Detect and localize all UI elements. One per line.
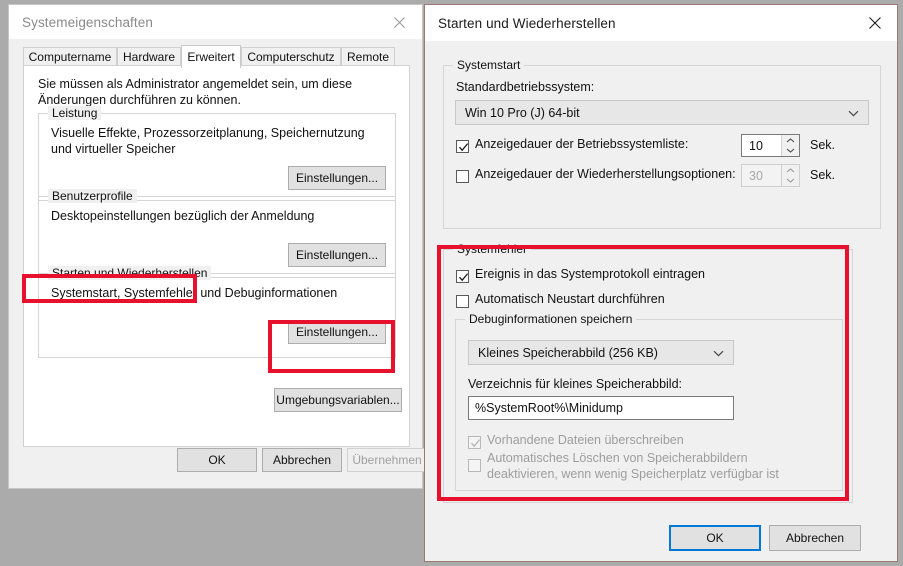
timeout-recovery-value: 30 <box>749 168 763 183</box>
check-icon <box>458 140 469 152</box>
tabpage-erweitert: Sie müssen als Administrator angemeldet … <box>23 65 410 447</box>
annotation-starten-settings-button <box>268 320 395 373</box>
admin-notice: Sie müssen als Administrator angemeldet … <box>38 77 353 107</box>
leistung-settings-button[interactable]: Einstellungen... <box>288 166 386 190</box>
system-properties-window: Systemeigenschaften Computername Hardwar… <box>8 4 427 489</box>
spinner-up-icon <box>782 135 799 146</box>
timeout-oslist-checkbox[interactable] <box>456 140 469 153</box>
timeout-oslist-label: Anzeigedauer der Betriebssystemliste: <box>475 137 689 151</box>
timeout-oslist-value: 10 <box>749 138 763 153</box>
right-titlebar: Starten und Wiederherstellen <box>425 5 897 41</box>
right-cancel-button[interactable]: Abbrechen <box>769 525 861 551</box>
group-benutzerprofile-legend: Benutzerprofile <box>48 189 137 203</box>
spinner-down-icon <box>782 146 799 157</box>
annotation-systemfehler-group <box>437 245 849 501</box>
spinner-buttons <box>781 165 799 186</box>
spinner-up-icon <box>782 165 799 176</box>
group-leistung-description: Visuelle Effekte, Prozessorzeitplanung, … <box>51 126 365 156</box>
left-cancel-button[interactable]: Abbrechen <box>262 448 342 472</box>
group-benutzerprofile-description: Desktopeinstellungen bezüglich der Anmel… <box>51 209 315 223</box>
annotation-starten-label <box>22 274 197 303</box>
default-os-label: Standardbetriebssystem: <box>456 80 595 94</box>
spinner-buttons[interactable] <box>781 135 799 156</box>
timeout-recovery-label: Anzeigedauer der Wiederherstellungsoptio… <box>475 167 736 181</box>
tab-computerschutz[interactable]: Computerschutz <box>241 47 341 66</box>
left-titlebar: Systemeigenschaften <box>9 5 422 39</box>
tab-hardware[interactable]: Hardware <box>117 47 181 66</box>
right-window-title: Starten und Wiederherstellen <box>438 15 616 31</box>
group-leistung-legend: Leistung <box>48 106 102 120</box>
default-os-value: Win 10 Pro (J) 64-bit <box>465 105 580 120</box>
tab-remote[interactable]: Remote <box>341 47 395 66</box>
timeout-oslist-unit: Sek. <box>810 138 836 152</box>
tab-erweitert[interactable]: Erweitert <box>181 45 241 68</box>
benutzerprofile-settings-button[interactable]: Einstellungen... <box>288 243 386 267</box>
left-window-title: Systemeigenschaften <box>22 14 153 30</box>
group-leistung: Leistung Visuelle Effekte, Prozessorzeit… <box>38 106 396 201</box>
tab-computername[interactable]: Computername <box>23 47 117 66</box>
timeout-oslist-stepper[interactable]: 10 <box>741 134 800 157</box>
chevron-down-icon <box>848 106 859 120</box>
right-ok-button[interactable]: OK <box>669 525 761 551</box>
close-icon[interactable] <box>377 7 422 37</box>
default-os-combobox[interactable]: Win 10 Pro (J) 64-bit <box>455 100 869 125</box>
group-systemstart-legend: Systemstart <box>453 58 525 72</box>
timeout-recovery-stepper: 30 <box>741 164 800 187</box>
timeout-recovery-checkbox[interactable] <box>456 170 469 183</box>
environment-variables-button[interactable]: Umgebungsvariablen... <box>274 388 402 412</box>
left-ok-button[interactable]: OK <box>177 448 257 472</box>
spinner-down-icon <box>782 176 799 187</box>
close-icon[interactable] <box>852 8 897 38</box>
timeout-recovery-unit: Sek. <box>810 168 836 182</box>
left-apply-button: Übernehmen <box>347 448 427 472</box>
tabstrip: Computername Hardware Erweitert Computer… <box>23 45 410 68</box>
group-systemstart: Systemstart Standardbetriebssystem: Win … <box>443 58 881 229</box>
